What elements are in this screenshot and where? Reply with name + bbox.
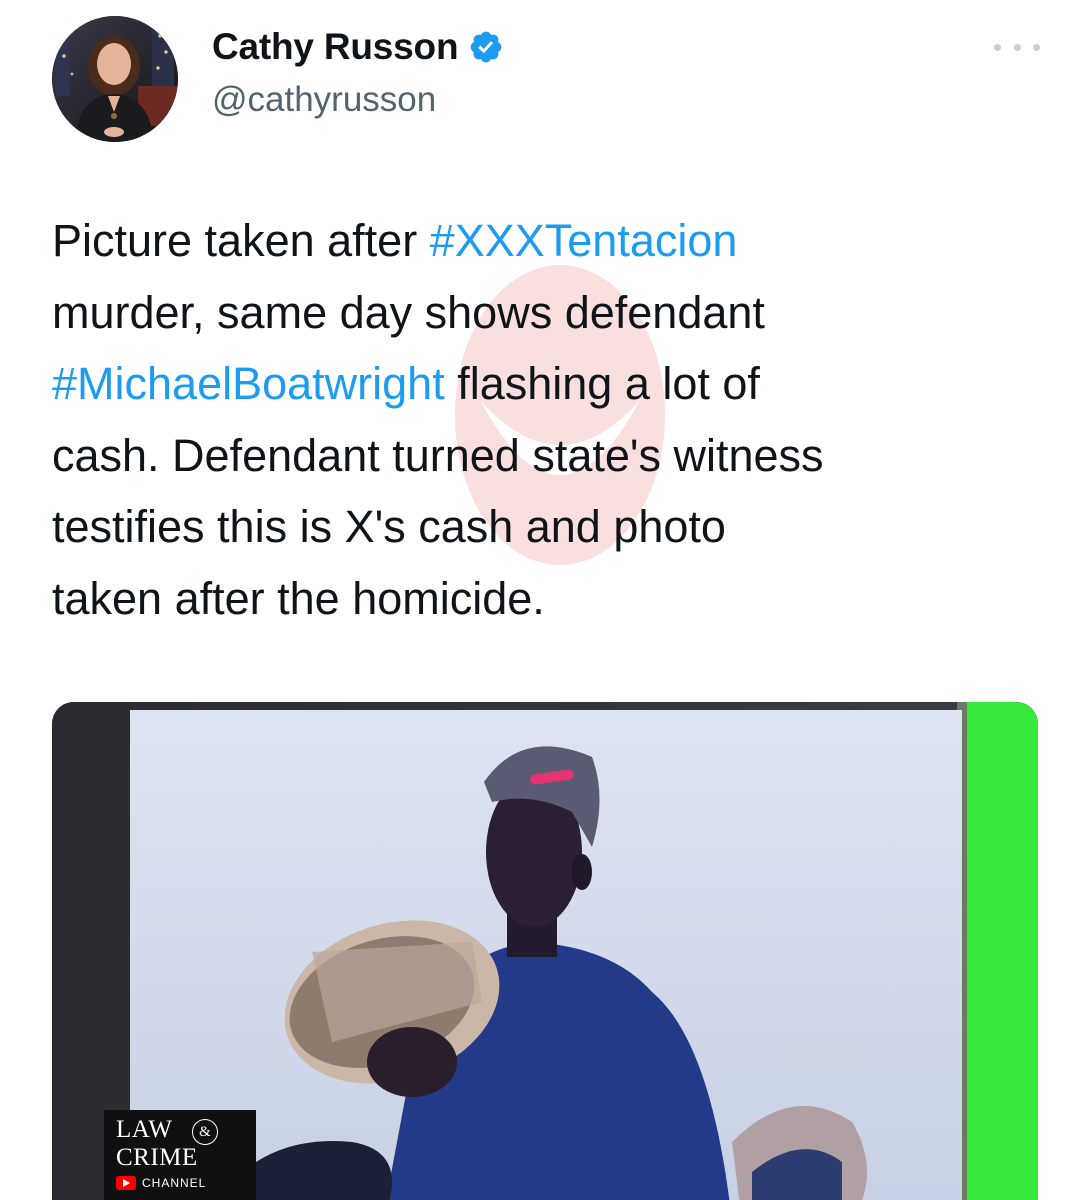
tweet-text: Picture taken after #XXXTentacion murder,… xyxy=(52,205,1052,634)
tweet-text-segment: Picture taken after xyxy=(52,215,430,266)
more-dot xyxy=(1033,43,1040,51)
author-handle[interactable]: @cathyrusson xyxy=(212,80,436,120)
logo-amp: & xyxy=(192,1119,218,1145)
author-avatar[interactable] xyxy=(52,16,178,142)
tweet-text-line: taken after the homicide. xyxy=(52,563,1052,635)
law-and-crime-logo: LAW & CRIME CHANNEL xyxy=(104,1110,256,1200)
verified-badge-icon xyxy=(468,29,504,65)
more-dot xyxy=(1013,43,1021,51)
author-name-row[interactable]: Cathy Russon xyxy=(212,26,504,68)
tweet-text-line: Picture taken after #XXXTentacion xyxy=(52,205,1052,277)
tweet-text-line: cash. Defendant turned state's witness xyxy=(52,420,1052,492)
tweet-text-line: testifies this is X's cash and photo xyxy=(52,491,1052,563)
hashtag-link[interactable]: #MichaelBoatwright xyxy=(52,358,445,409)
youtube-play-icon xyxy=(116,1176,136,1190)
tweet-text-line: murder, same day shows defendant xyxy=(52,277,1052,349)
tweet-media-photo[interactable]: LAW & CRIME CHANNEL xyxy=(52,702,1038,1200)
tweet-text-segment: taken after the homicide. xyxy=(52,572,545,624)
more-dot xyxy=(994,43,1001,51)
author-display-name[interactable]: Cathy Russon xyxy=(212,26,459,68)
logo-crime: CRIME xyxy=(116,1144,198,1171)
tweet-text-segment: cash. Defendant turned state's witness xyxy=(52,429,824,481)
logo-channel-label: CHANNEL xyxy=(142,1176,207,1190)
logo-channel: CHANNEL xyxy=(116,1176,206,1190)
more-options-icon[interactable] xyxy=(994,34,1040,60)
hashtag-link[interactable]: #XXXTentacion xyxy=(430,215,738,266)
tweet-text-segment: flashing a lot of xyxy=(444,358,760,409)
logo-law: LAW xyxy=(116,1116,173,1143)
tweet-text-segment: testifies this is X's cash and photo xyxy=(52,501,726,552)
tweet-text-line: #MichaelBoatwright flashing a lot of xyxy=(52,348,1052,420)
tweet-text-segment: murder, same day shows defendant xyxy=(52,286,765,338)
tweet-card: Cathy Russon @cathyrusson Picture taken … xyxy=(0,0,1090,1200)
